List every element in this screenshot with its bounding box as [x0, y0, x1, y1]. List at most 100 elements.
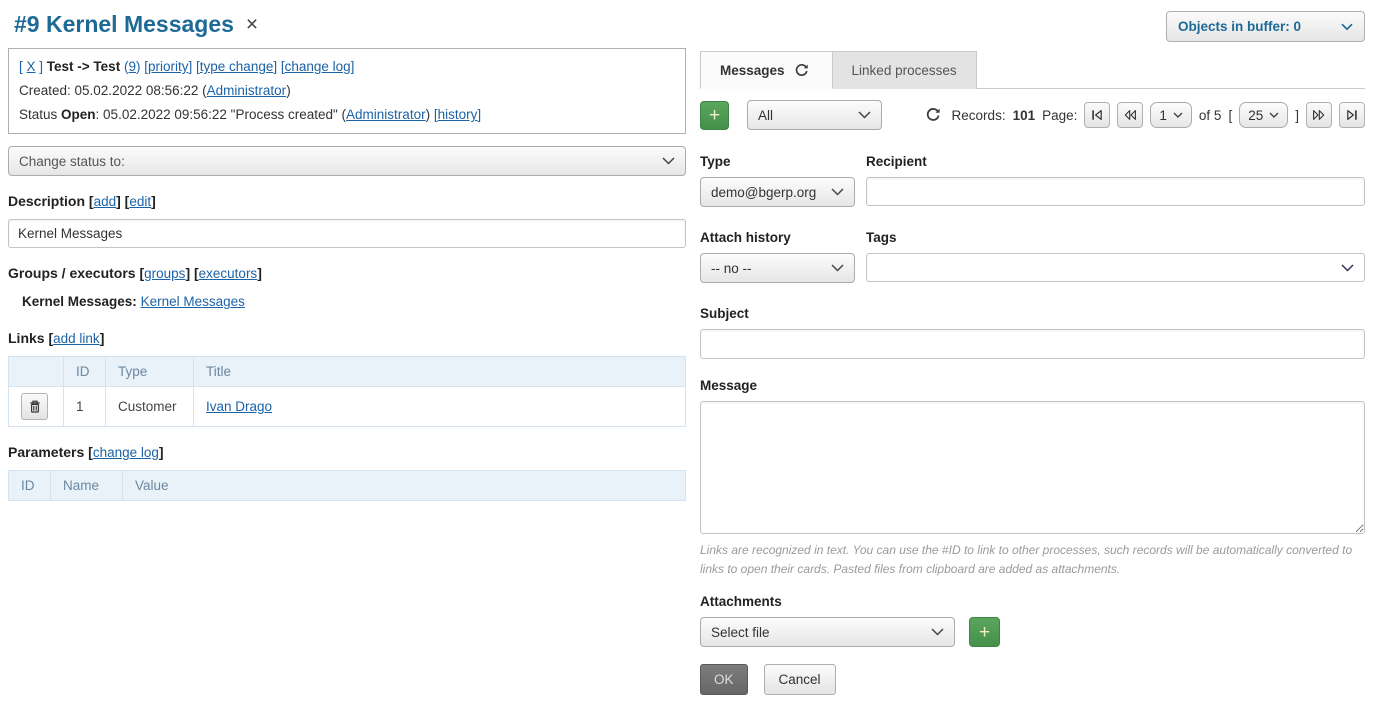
message-filter-value: All: [758, 108, 773, 123]
prev-page-icon: [1123, 108, 1137, 122]
page-label: Page:: [1042, 108, 1077, 123]
ok-button[interactable]: OK: [700, 664, 748, 695]
chevron-down-icon: [1341, 264, 1354, 272]
trash-icon: [28, 399, 42, 414]
message-label: Message: [700, 378, 1365, 393]
next-page-button[interactable]: [1306, 102, 1332, 128]
chevron-down-icon: [831, 264, 844, 272]
description-add-link[interactable]: add: [94, 194, 117, 209]
links-row-actions-cell: [9, 387, 64, 427]
message-type-value: demo@bgerp.org: [711, 185, 816, 200]
chevron-down-icon: [662, 157, 675, 165]
process-card-page: #9 Kernel Messages × Objects in buffer: …: [0, 0, 1378, 695]
chevron-down-icon: [858, 111, 871, 119]
chevron-down-icon: [1269, 112, 1279, 119]
delete-link-button[interactable]: [21, 393, 48, 420]
message-type-select[interactable]: demo@bgerp.org: [700, 177, 855, 207]
attachments-label: Attachments: [700, 594, 1365, 609]
chevron-down-icon: [1173, 112, 1183, 119]
recipient-input[interactable]: [866, 177, 1365, 206]
cancel-button[interactable]: Cancel: [764, 664, 836, 695]
ivan-drago-link[interactable]: Ivan Drago: [206, 399, 272, 414]
tab-messages[interactable]: Messages: [700, 51, 833, 89]
plus-icon: +: [709, 106, 720, 125]
links-header-id: ID: [64, 357, 106, 387]
messages-toolbar: + All Records: 101: [700, 100, 1365, 130]
change-log-link[interactable]: change log: [285, 59, 351, 74]
type-change-link[interactable]: type change: [200, 59, 274, 74]
history-link[interactable]: history: [438, 107, 478, 122]
change-status-label: Change status to:: [19, 154, 125, 169]
links-header-actions: [9, 357, 64, 387]
change-status-select[interactable]: Change status to:: [8, 146, 686, 176]
administrator-link[interactable]: Administrator: [207, 83, 287, 98]
page-number-value: 1: [1159, 108, 1167, 123]
executors-link[interactable]: executors: [199, 266, 258, 281]
parameters-table: ID Name Value: [8, 470, 686, 501]
links-table: ID Type Title: [8, 356, 686, 427]
page-number-select[interactable]: 1: [1150, 102, 1192, 128]
links-row-title-cell: Ivan Drago: [194, 387, 686, 427]
priority-link[interactable]: priority: [148, 59, 189, 74]
parameters-heading: Parameters [change log]: [8, 444, 686, 460]
objects-in-buffer-select[interactable]: Objects in buffer: 0: [1166, 11, 1365, 42]
description-edit-link[interactable]: edit: [129, 194, 151, 209]
parameters-header-id: ID: [9, 471, 51, 501]
process-info-line-3: Status Open: 05.02.2022 09:56:22 "Proces…: [19, 103, 675, 127]
groups-executors-heading: Groups / executors [groups] [executors]: [8, 265, 686, 281]
groups-link[interactable]: groups: [144, 266, 185, 281]
close-process-link[interactable]: X: [27, 59, 36, 74]
objects-in-buffer-label: Objects in buffer: 0: [1178, 19, 1301, 34]
last-page-icon: [1345, 108, 1359, 122]
parameters-header-value: Value: [123, 471, 686, 501]
select-file-value: Select file: [711, 625, 770, 640]
tab-strip: Messages Linked processes: [700, 51, 1365, 89]
select-file-select[interactable]: Select file: [700, 617, 955, 647]
refresh-icon[interactable]: [794, 63, 809, 78]
close-tab-icon[interactable]: ×: [246, 14, 258, 35]
last-page-button[interactable]: [1339, 102, 1365, 128]
message-textarea[interactable]: [700, 401, 1365, 534]
bracket-close: ]: [1295, 108, 1299, 123]
tab-messages-label: Messages: [720, 63, 785, 78]
parameters-table-header-row: ID Name Value: [9, 471, 686, 501]
message-panel: Messages Linked processes +: [700, 48, 1365, 695]
description-input[interactable]: [8, 219, 686, 248]
add-link-link[interactable]: add link: [53, 331, 100, 346]
page-size-select[interactable]: 25: [1239, 102, 1288, 128]
attach-history-value: -- no --: [711, 261, 752, 276]
process-info-box: [ X ] Test -> Test (9) [priority] [type …: [8, 48, 686, 134]
subject-label: Subject: [700, 306, 1365, 321]
page-of-label: of 5: [1199, 108, 1222, 123]
bracket-open: [: [1228, 108, 1232, 123]
message-filter-select[interactable]: All: [747, 100, 882, 130]
links-table-header-row: ID Type Title: [9, 357, 686, 387]
records-label: Records:: [952, 108, 1006, 123]
parameters-change-log-link[interactable]: change log: [93, 445, 159, 460]
parameters-header-name: Name: [51, 471, 123, 501]
add-attachment-button[interactable]: +: [969, 617, 1000, 647]
tags-select[interactable]: [866, 253, 1365, 282]
tab-linked-processes[interactable]: Linked processes: [833, 51, 977, 89]
prev-page-button[interactable]: [1117, 102, 1143, 128]
subject-input[interactable]: [700, 329, 1365, 359]
top-row: #9 Kernel Messages × Objects in buffer: …: [8, 0, 1365, 42]
chevron-down-icon: [931, 628, 944, 636]
plus-icon: +: [979, 623, 990, 642]
recipient-label: Recipient: [866, 154, 1365, 169]
links-header-title: Title: [194, 357, 686, 387]
page-title-text: #9 Kernel Messages: [14, 11, 234, 38]
attach-history-select[interactable]: -- no --: [700, 253, 855, 283]
group-kernel-messages-link[interactable]: Kernel Messages: [141, 294, 245, 309]
group-row: Kernel Messages: Kernel Messages: [8, 291, 686, 313]
add-message-button[interactable]: +: [700, 101, 729, 130]
process-id-link[interactable]: 9: [128, 59, 136, 74]
first-page-button[interactable]: [1084, 102, 1110, 128]
process-info-line-2: Created: 05.02.2022 08:56:22 (Administra…: [19, 79, 675, 103]
description-heading: Description [add] [edit]: [8, 193, 686, 209]
first-page-icon: [1090, 108, 1104, 122]
page-title: #9 Kernel Messages ×: [14, 11, 258, 38]
administrator-link[interactable]: Administrator: [346, 107, 426, 122]
links-heading: Links [add link]: [8, 330, 686, 346]
refresh-records-icon[interactable]: [925, 107, 941, 123]
